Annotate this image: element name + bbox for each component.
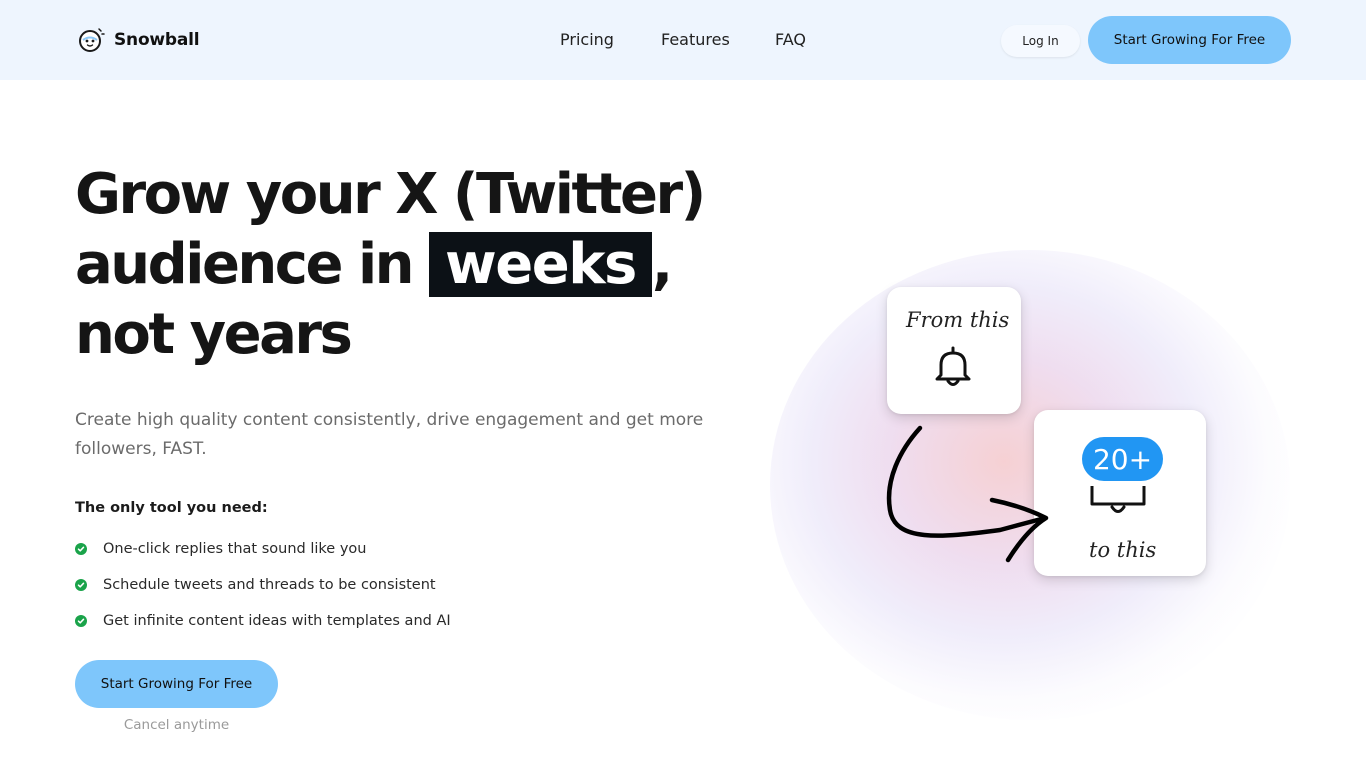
headline-highlight-weeks: weeks	[429, 232, 652, 297]
feature-item: One-click replies that sound like you	[75, 531, 451, 567]
nav-features-link[interactable]: Features	[661, 30, 730, 49]
to-label: to this	[1089, 538, 1157, 562]
feature-item: Get infinite content ideas with template…	[75, 603, 451, 639]
feature-list: One-click replies that sound like you Sc…	[75, 531, 451, 639]
headline-line-2: audience in weeks,	[75, 230, 775, 300]
to-card: 20+ to this	[1034, 410, 1206, 576]
feature-text: One-click replies that sound like you	[103, 541, 367, 557]
feature-item: Schedule tweets and threads to be consis…	[75, 567, 451, 603]
from-label: From this	[906, 308, 1010, 332]
login-button[interactable]: Log In	[1001, 25, 1080, 57]
check-icon	[75, 615, 87, 627]
hero-subtitle: Create high quality content consistently…	[75, 410, 704, 459]
curved-arrow-icon	[886, 425, 1049, 563]
feature-text: Schedule tweets and threads to be consis…	[103, 577, 436, 593]
headline-line-1: Grow your X (Twitter)	[75, 162, 706, 227]
bell-icon	[935, 346, 971, 386]
cancel-anytime-note: Cancel anytime	[123, 717, 230, 733]
nav-pricing-link[interactable]: Pricing	[560, 30, 614, 49]
check-icon	[75, 543, 87, 555]
header-start-growing-button[interactable]: Start Growing For Free	[1088, 16, 1291, 64]
headline-comma: ,	[651, 232, 673, 297]
headline-line-2-prefix: audience in	[75, 232, 415, 297]
top-header: Snowball Pricing Features FAQ Log In Sta…	[0, 0, 1366, 80]
feature-text: Get infinite content ideas with template…	[103, 613, 451, 629]
from-card: From this	[887, 287, 1021, 414]
nav-faq-link[interactable]: FAQ	[775, 30, 806, 49]
bell-with-badge-icon	[1090, 486, 1146, 513]
check-icon	[75, 579, 87, 591]
tool-heading: The only tool you need:	[75, 500, 268, 516]
hero-start-growing-button[interactable]: Start Growing For Free	[75, 660, 278, 708]
headline-line-3: not years	[75, 302, 353, 367]
hero-headline: Grow your X (Twitter) audience in weeks,…	[75, 160, 775, 370]
notification-count-badge: 20+	[1082, 437, 1163, 481]
